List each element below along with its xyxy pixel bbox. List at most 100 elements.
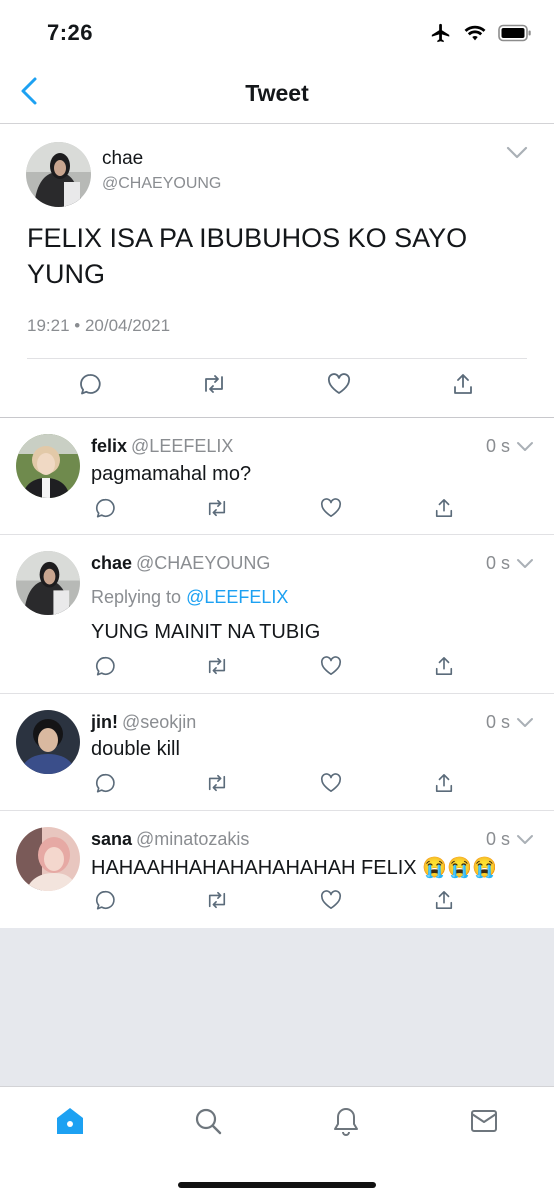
author-name[interactable]: jin! — [91, 712, 118, 732]
bell-icon — [332, 1106, 360, 1141]
chevron-down-icon — [516, 833, 534, 850]
mail-icon — [470, 1108, 498, 1139]
share-icon — [434, 655, 454, 682]
like-button[interactable] — [316, 887, 346, 917]
like-button[interactable] — [316, 653, 346, 683]
retweet-icon — [205, 656, 229, 681]
airplane-icon — [430, 22, 452, 49]
share-icon — [434, 497, 454, 524]
share-icon — [452, 372, 474, 401]
more-options-button[interactable] — [516, 833, 534, 851]
author-handle[interactable]: @CHAEYOUNG — [136, 553, 270, 573]
author-name[interactable]: chae — [102, 148, 143, 170]
author-handle[interactable]: @seokjin — [122, 712, 196, 732]
reply-header: chae @CHAEYOUNG — [91, 553, 270, 574]
avatar[interactable] — [16, 434, 80, 498]
mention-link[interactable]: @LEEFELIX — [186, 587, 288, 607]
reply-icon — [78, 372, 102, 401]
reply-button[interactable] — [90, 495, 120, 525]
share-button[interactable] — [429, 770, 459, 800]
empty-area — [0, 928, 554, 1086]
author-handle[interactable]: @minatozakis — [136, 829, 249, 849]
page-title: Tweet — [245, 80, 309, 106]
reply-icon — [94, 772, 116, 799]
tweet-text: FELIX ISA PA IBUBUHOS KO SAYO YUNG — [27, 223, 468, 289]
reply-button[interactable] — [90, 770, 120, 800]
battery-icon — [498, 24, 532, 47]
main-tweet: chae @CHAEYOUNG FELIX ISA PA IBUBUHOS KO… — [0, 124, 554, 418]
status-time: 7:26 — [47, 20, 94, 45]
retweet-button[interactable] — [202, 495, 232, 525]
home-indicator[interactable] — [178, 1182, 376, 1188]
reply-icon — [94, 889, 116, 916]
share-icon — [434, 772, 454, 799]
reply-button[interactable] — [75, 371, 105, 401]
nav-bar: Tweet — [0, 62, 554, 124]
tweet-actions — [0, 371, 554, 403]
author-name[interactable]: felix — [91, 436, 127, 456]
more-options-button[interactable] — [516, 557, 534, 575]
status-bar: 7:26 — [0, 0, 554, 62]
avatar[interactable] — [26, 142, 91, 207]
avatar[interactable] — [16, 827, 80, 891]
author-handle[interactable]: @LEEFELIX — [131, 436, 233, 456]
like-button[interactable] — [324, 371, 354, 401]
chevron-down-icon — [506, 146, 528, 164]
retweet-button[interactable] — [202, 653, 232, 683]
home-icon — [55, 1106, 85, 1141]
like-button[interactable] — [316, 495, 346, 525]
retweet-button[interactable] — [199, 371, 229, 401]
chevron-down-icon — [516, 440, 534, 457]
share-button[interactable] — [429, 887, 459, 917]
reply-age: 0 s — [485, 712, 510, 732]
heart-icon — [320, 655, 342, 681]
tweet-timestamp: 19:21 • 20/04/2021 — [27, 316, 171, 335]
heart-icon — [320, 497, 342, 523]
tab-home[interactable] — [52, 1105, 88, 1141]
retweet-button[interactable] — [202, 887, 232, 917]
reply-header: felix @LEEFELIX — [91, 436, 233, 457]
reply-age: 0 s — [485, 829, 510, 849]
retweet-icon — [205, 498, 229, 523]
author-name[interactable]: chae — [91, 553, 132, 573]
reply-tweet[interactable]: chae @CHAEYOUNG 0 s Replying to @LEEFELIX… — [0, 535, 554, 694]
reply-tweet[interactable]: jin! @seokjin 0 s double kill — [0, 694, 554, 811]
chevron-down-icon — [516, 716, 534, 733]
reply-header: jin! @seokjin — [91, 712, 196, 733]
retweet-button[interactable] — [202, 770, 232, 800]
search-icon — [193, 1106, 223, 1141]
like-button[interactable] — [316, 770, 346, 800]
tab-search[interactable] — [190, 1105, 226, 1141]
retweet-icon — [205, 890, 229, 915]
tab-messages[interactable] — [466, 1105, 502, 1141]
reply-actions — [0, 770, 554, 800]
share-button[interactable] — [429, 653, 459, 683]
reply-button[interactable] — [90, 887, 120, 917]
reply-actions — [0, 653, 554, 683]
reply-age: 0 s — [485, 553, 510, 573]
author-handle[interactable]: @CHAEYOUNG — [102, 175, 221, 193]
heart-icon — [327, 372, 351, 400]
reply-tweet[interactable]: sana @minatozakis 0 s HAHAAHHAHAHAHAHAHAH… — [0, 811, 554, 928]
more-options-button[interactable] — [516, 716, 534, 734]
reply-tweet[interactable]: felix @LEEFELIX 0 s pagmamahal mo? — [0, 418, 554, 535]
reply-actions — [0, 887, 554, 917]
reply-button[interactable] — [90, 653, 120, 683]
reply-age: 0 s — [485, 436, 510, 456]
author-name[interactable]: sana — [91, 829, 132, 849]
replying-to-label: Replying to — [91, 587, 182, 607]
reply-actions — [0, 495, 554, 525]
avatar[interactable] — [16, 551, 80, 615]
replying-to: Replying to @LEEFELIX — [91, 587, 288, 608]
share-button[interactable] — [429, 495, 459, 525]
more-options-button[interactable] — [516, 440, 534, 458]
tab-notifications[interactable] — [328, 1105, 364, 1141]
avatar[interactable] — [16, 710, 80, 774]
share-button[interactable] — [448, 371, 478, 401]
share-icon — [434, 889, 454, 916]
reply-header: sana @minatozakis — [91, 829, 249, 850]
more-options-button[interactable] — [506, 146, 528, 165]
reply-text: HAHAAHHAHAHAHAHAHAH FELIX 😭😭😭 — [91, 857, 497, 879]
reply-text: YUNG MAINIT NA TUBIG — [91, 621, 321, 643]
reply-icon — [94, 655, 116, 682]
